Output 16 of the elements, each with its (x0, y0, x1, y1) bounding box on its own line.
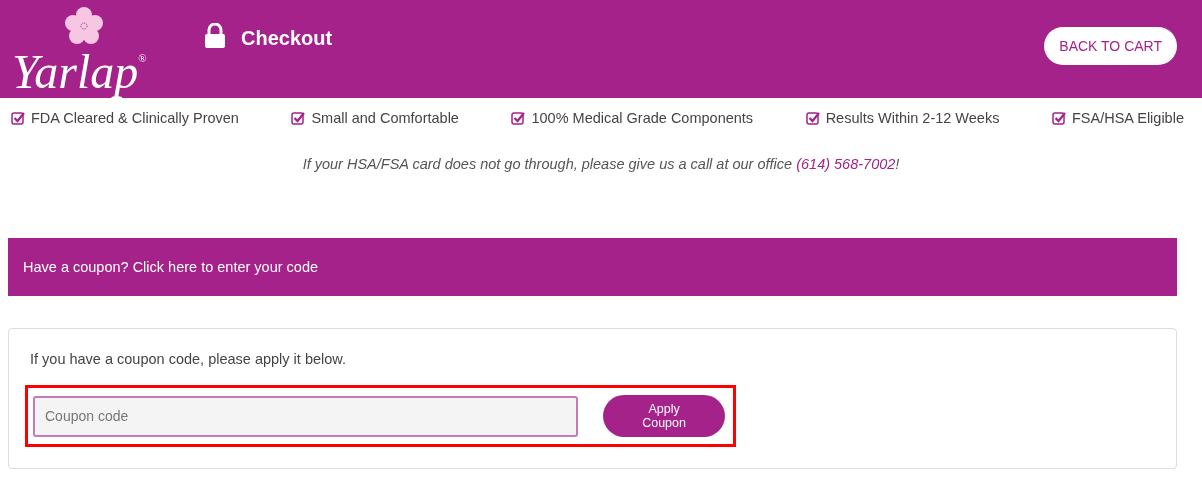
flower-icon (64, 6, 104, 46)
phone-link[interactable]: (614) 568-7002 (796, 156, 896, 172)
coupon-instructions: If you have a coupon code, please apply it below. (30, 351, 347, 367)
notice-text: If your HSA/FSA card does not go through, please give us a call at our office (614) 568-7002! (301, 156, 901, 172)
page-title: Checkout (241, 27, 333, 50)
coupon-banner[interactable]: Have a coupon? Click here to enter your code (8, 238, 1177, 296)
lock-icon (204, 23, 226, 49)
coupon-code-field[interactable]: Coupon code (33, 395, 579, 437)
apply-coupon-button[interactable]: Apply Coupon (603, 395, 725, 437)
logo[interactable]: Yarlap$^{®}$ (12, 30, 147, 100)
feature-label: Small and Comfortable (311, 110, 459, 126)
feature-label: FDA Cleared & Clinically Proven (31, 110, 239, 126)
feature-label: Results Within 2-12 Weeks (825, 110, 1000, 126)
back-to-cart-button[interactable]: BACK TO CART (1044, 27, 1177, 65)
feature-label: FSA/HSA Eligible (1071, 110, 1184, 126)
feature-label: 100% Medical Grade Components (531, 110, 754, 126)
